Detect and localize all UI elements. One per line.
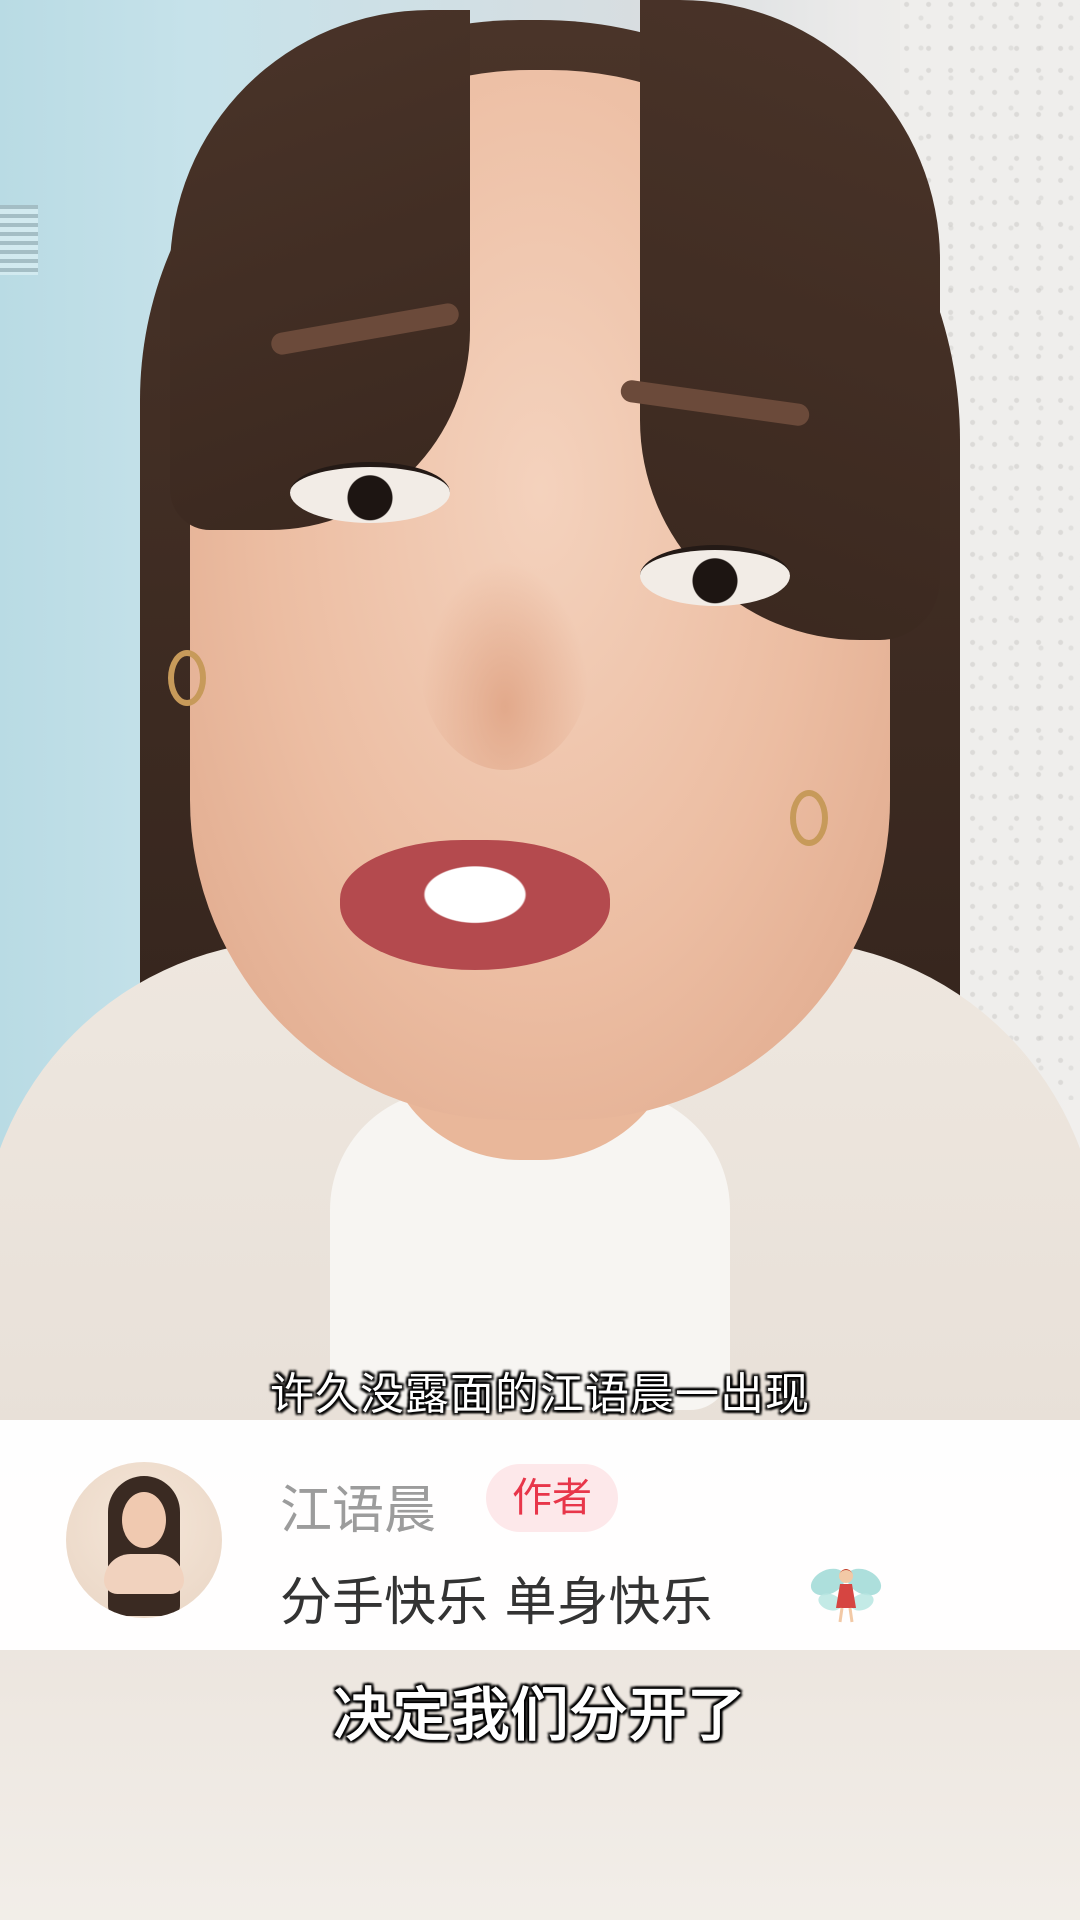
left-eye	[290, 462, 450, 523]
hair-fringe-right	[640, 0, 940, 640]
fairy-emoji-icon	[810, 1568, 882, 1623]
subtitle-caption-bottom: 决定我们分开了	[333, 1681, 747, 1749]
hair-fringe-left	[170, 10, 470, 530]
author-badge: 作者	[486, 1464, 618, 1532]
mouth	[340, 840, 610, 970]
ceiling-vent	[0, 205, 38, 275]
right-earring	[790, 790, 828, 846]
pinned-comment-card[interactable]: 江语晨 作者 分手快乐 单身快乐	[0, 1420, 1080, 1650]
author-avatar[interactable]	[66, 1462, 222, 1618]
avatar-face	[122, 1492, 166, 1548]
avatar-hands	[104, 1554, 184, 1594]
comment-author-name[interactable]: 江语晨	[280, 1468, 436, 1543]
comment-text: 分手快乐 单身快乐	[280, 1573, 713, 1633]
nose	[420, 560, 590, 770]
video-screen[interactable]: 许久没露面的江语晨一出现 江语晨 作者 分手快乐 单身快乐 决定我们分开了	[0, 0, 1080, 1920]
subtitle-caption-top: 许久没露面的江语晨一出现	[270, 1369, 810, 1420]
left-earring	[168, 650, 206, 706]
right-eye	[640, 545, 790, 606]
